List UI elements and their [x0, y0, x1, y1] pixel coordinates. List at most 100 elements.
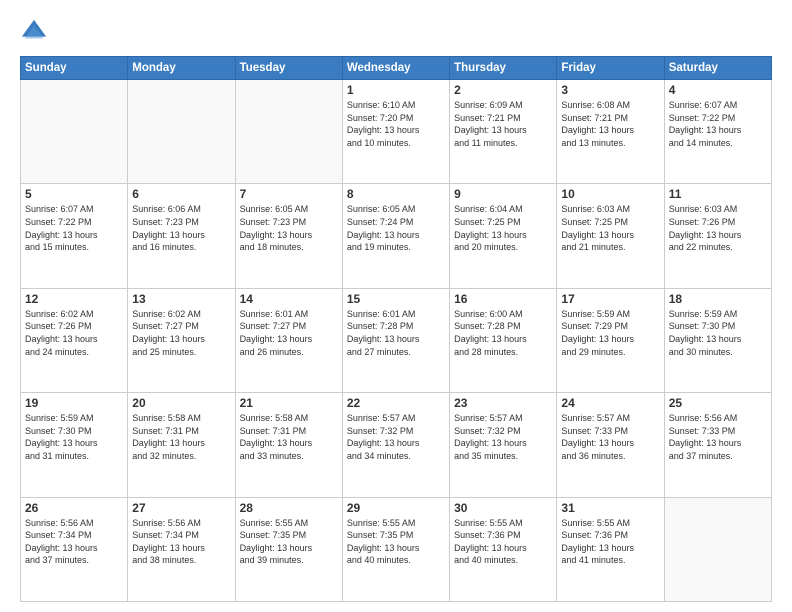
calendar-cell: 6 Sunrise: 6:06 AMSunset: 7:23 PMDaylight…: [128, 184, 235, 288]
calendar-cell: 29 Sunrise: 5:55 AMSunset: 7:35 PMDayligh…: [342, 497, 449, 601]
calendar-cell: [21, 80, 128, 184]
calendar-cell: 24 Sunrise: 5:57 AMSunset: 7:33 PMDayligh…: [557, 393, 664, 497]
calendar-cell: 13 Sunrise: 6:02 AMSunset: 7:27 PMDayligh…: [128, 288, 235, 392]
day-info: Sunrise: 5:57 AMSunset: 7:33 PMDaylight:…: [561, 412, 659, 462]
day-number: 28: [240, 501, 338, 515]
header: [20, 18, 772, 46]
day-number: 5: [25, 187, 123, 201]
day-number: 13: [132, 292, 230, 306]
calendar-cell: 22 Sunrise: 5:57 AMSunset: 7:32 PMDayligh…: [342, 393, 449, 497]
weekday-header-wednesday: Wednesday: [342, 57, 449, 80]
calendar-cell: 12 Sunrise: 6:02 AMSunset: 7:26 PMDayligh…: [21, 288, 128, 392]
calendar-cell: 9Sunrise: 6:04 AMSunset: 7:25 PMDaylight…: [450, 184, 557, 288]
calendar-cell: 18 Sunrise: 5:59 AMSunset: 7:30 PMDayligh…: [664, 288, 771, 392]
weekday-header-row: SundayMondayTuesdayWednesdayThursdayFrid…: [21, 57, 772, 80]
calendar-cell: 26 Sunrise: 5:56 AMSunset: 7:34 PMDayligh…: [21, 497, 128, 601]
calendar-cell: 25Sunrise: 5:56 AMSunset: 7:33 PMDayligh…: [664, 393, 771, 497]
day-number: 24: [561, 396, 659, 410]
weekday-header-friday: Friday: [557, 57, 664, 80]
day-info: Sunrise: 6:00 AMSunset: 7:28 PMDaylight:…: [454, 308, 552, 358]
day-number: 19: [25, 396, 123, 410]
day-info: Sunrise: 5:58 AMSunset: 7:31 PMDaylight:…: [132, 412, 230, 462]
calendar-cell: [235, 80, 342, 184]
day-info: Sunrise: 5:55 AMSunset: 7:36 PMDaylight:…: [561, 517, 659, 567]
day-number: 15: [347, 292, 445, 306]
day-number: 18: [669, 292, 767, 306]
day-number: 22: [347, 396, 445, 410]
calendar-cell: 28 Sunrise: 5:55 AMSunset: 7:35 PMDayligh…: [235, 497, 342, 601]
day-info: Sunrise: 5:58 AMSunset: 7:31 PMDaylight:…: [240, 412, 338, 462]
day-number: 16: [454, 292, 552, 306]
calendar-cell: 16 Sunrise: 6:00 AMSunset: 7:28 PMDayligh…: [450, 288, 557, 392]
day-number: 7: [240, 187, 338, 201]
day-info: Sunrise: 6:03 AMSunset: 7:26 PMDaylight:…: [669, 203, 767, 253]
calendar-cell: 2 Sunrise: 6:09 AMSunset: 7:21 PMDaylight…: [450, 80, 557, 184]
page: SundayMondayTuesdayWednesdayThursdayFrid…: [0, 0, 792, 612]
calendar-cell: 11 Sunrise: 6:03 AMSunset: 7:26 PMDayligh…: [664, 184, 771, 288]
day-number: 10: [561, 187, 659, 201]
weekday-header-monday: Monday: [128, 57, 235, 80]
day-number: 30: [454, 501, 552, 515]
calendar-cell: 31 Sunrise: 5:55 AMSunset: 7:36 PMDayligh…: [557, 497, 664, 601]
week-row-5: 26 Sunrise: 5:56 AMSunset: 7:34 PMDayligh…: [21, 497, 772, 601]
day-info: Sunrise: 5:57 AMSunset: 7:32 PMDaylight:…: [454, 412, 552, 462]
weekday-header-thursday: Thursday: [450, 57, 557, 80]
day-info: Sunrise: 5:59 AMSunset: 7:30 PMDaylight:…: [669, 308, 767, 358]
day-info: Sunrise: 6:02 AMSunset: 7:27 PMDaylight:…: [132, 308, 230, 358]
logo: [20, 18, 52, 46]
day-number: 21: [240, 396, 338, 410]
calendar-cell: 17Sunrise: 5:59 AMSunset: 7:29 PMDayligh…: [557, 288, 664, 392]
calendar-table: SundayMondayTuesdayWednesdayThursdayFrid…: [20, 56, 772, 602]
day-info: Sunrise: 5:56 AMSunset: 7:34 PMDaylight:…: [132, 517, 230, 567]
day-number: 23: [454, 396, 552, 410]
day-number: 2: [454, 83, 552, 97]
day-number: 9: [454, 187, 552, 201]
calendar-cell: [664, 497, 771, 601]
day-number: 6: [132, 187, 230, 201]
day-number: 27: [132, 501, 230, 515]
weekday-header-sunday: Sunday: [21, 57, 128, 80]
week-row-1: 1Sunrise: 6:10 AMSunset: 7:20 PMDaylight…: [21, 80, 772, 184]
week-row-4: 19Sunrise: 5:59 AMSunset: 7:30 PMDayligh…: [21, 393, 772, 497]
day-info: Sunrise: 6:06 AMSunset: 7:23 PMDaylight:…: [132, 203, 230, 253]
day-info: Sunrise: 6:02 AMSunset: 7:26 PMDaylight:…: [25, 308, 123, 358]
calendar-cell: 8 Sunrise: 6:05 AMSunset: 7:24 PMDaylight…: [342, 184, 449, 288]
weekday-header-tuesday: Tuesday: [235, 57, 342, 80]
day-info: Sunrise: 6:08 AMSunset: 7:21 PMDaylight:…: [561, 99, 659, 149]
calendar-cell: 23 Sunrise: 5:57 AMSunset: 7:32 PMDayligh…: [450, 393, 557, 497]
calendar-cell: 7 Sunrise: 6:05 AMSunset: 7:23 PMDaylight…: [235, 184, 342, 288]
week-row-2: 5Sunrise: 6:07 AMSunset: 7:22 PMDaylight…: [21, 184, 772, 288]
day-number: 26: [25, 501, 123, 515]
weekday-header-saturday: Saturday: [664, 57, 771, 80]
calendar-cell: [128, 80, 235, 184]
calendar-cell: 20 Sunrise: 5:58 AMSunset: 7:31 PMDayligh…: [128, 393, 235, 497]
day-info: Sunrise: 5:59 AMSunset: 7:29 PMDaylight:…: [561, 308, 659, 358]
calendar-cell: 3 Sunrise: 6:08 AMSunset: 7:21 PMDaylight…: [557, 80, 664, 184]
day-number: 1: [347, 83, 445, 97]
day-info: Sunrise: 5:55 AMSunset: 7:35 PMDaylight:…: [240, 517, 338, 567]
calendar-cell: 14Sunrise: 6:01 AMSunset: 7:27 PMDayligh…: [235, 288, 342, 392]
day-info: Sunrise: 5:55 AMSunset: 7:35 PMDaylight:…: [347, 517, 445, 567]
calendar-cell: 1Sunrise: 6:10 AMSunset: 7:20 PMDaylight…: [342, 80, 449, 184]
day-info: Sunrise: 6:09 AMSunset: 7:21 PMDaylight:…: [454, 99, 552, 149]
day-info: Sunrise: 6:01 AMSunset: 7:27 PMDaylight:…: [240, 308, 338, 358]
day-info: Sunrise: 6:05 AMSunset: 7:23 PMDaylight:…: [240, 203, 338, 253]
calendar-cell: 21 Sunrise: 5:58 AMSunset: 7:31 PMDayligh…: [235, 393, 342, 497]
day-number: 20: [132, 396, 230, 410]
day-info: Sunrise: 5:57 AMSunset: 7:32 PMDaylight:…: [347, 412, 445, 462]
day-number: 8: [347, 187, 445, 201]
calendar-cell: 4Sunrise: 6:07 AMSunset: 7:22 PMDaylight…: [664, 80, 771, 184]
day-info: Sunrise: 5:55 AMSunset: 7:36 PMDaylight:…: [454, 517, 552, 567]
day-number: 29: [347, 501, 445, 515]
day-info: Sunrise: 6:07 AMSunset: 7:22 PMDaylight:…: [669, 99, 767, 149]
calendar-cell: 10 Sunrise: 6:03 AMSunset: 7:25 PMDayligh…: [557, 184, 664, 288]
day-number: 11: [669, 187, 767, 201]
day-number: 31: [561, 501, 659, 515]
day-info: Sunrise: 6:03 AMSunset: 7:25 PMDaylight:…: [561, 203, 659, 253]
day-number: 25: [669, 396, 767, 410]
day-info: Sunrise: 6:05 AMSunset: 7:24 PMDaylight:…: [347, 203, 445, 253]
day-number: 3: [561, 83, 659, 97]
logo-icon: [20, 18, 48, 46]
day-number: 12: [25, 292, 123, 306]
day-info: Sunrise: 5:56 AMSunset: 7:34 PMDaylight:…: [25, 517, 123, 567]
